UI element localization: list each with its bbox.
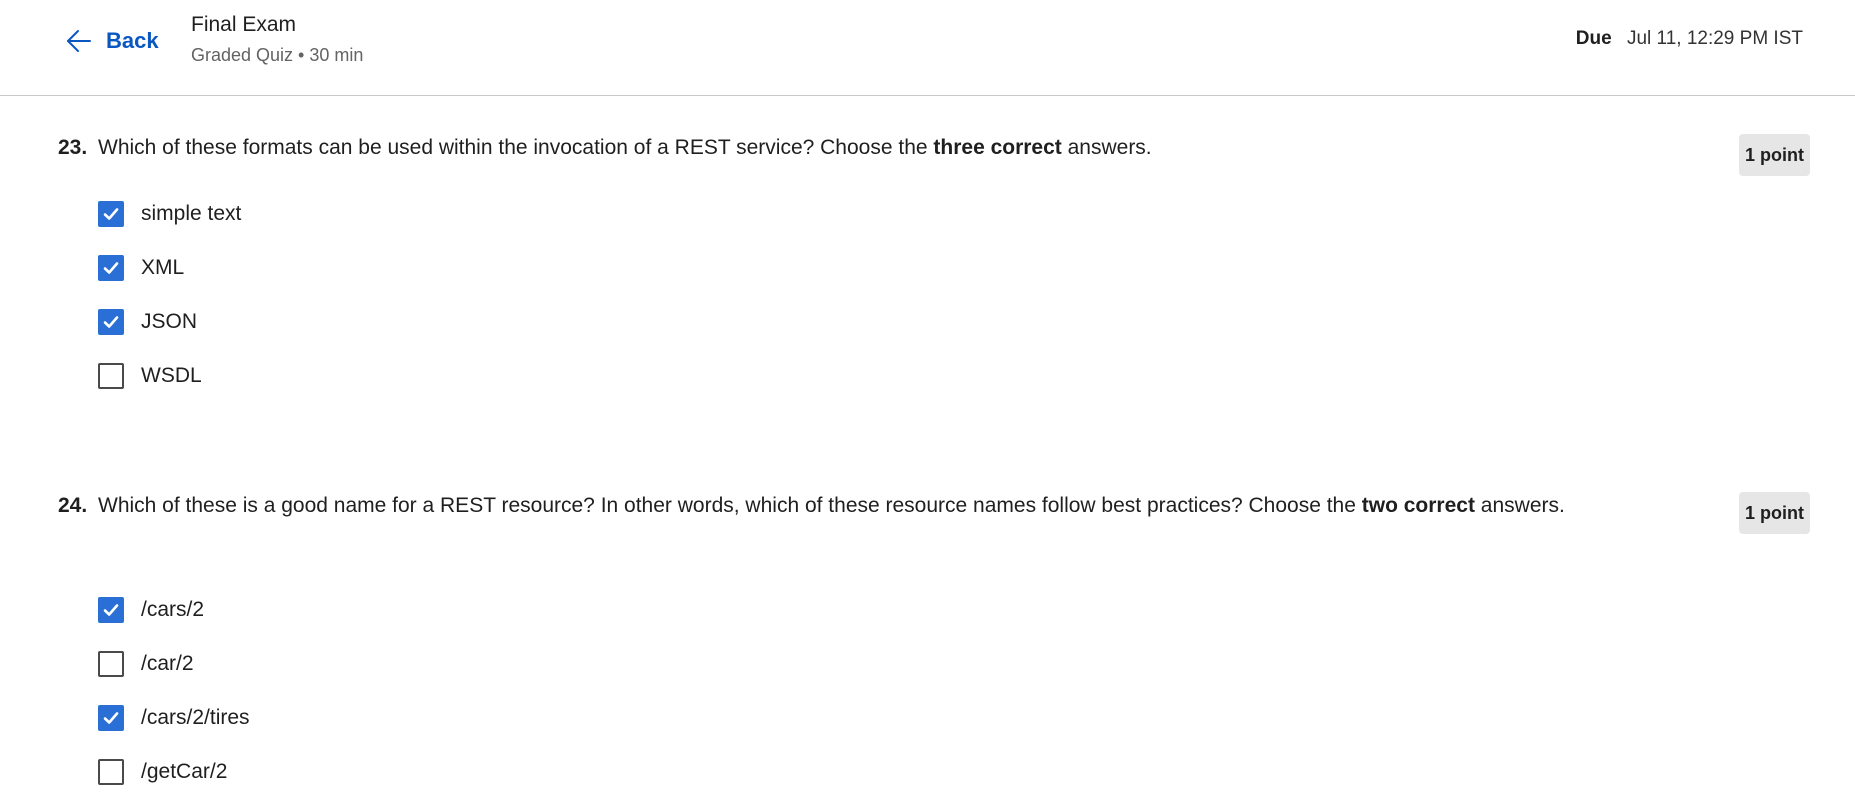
question-text: Which of these formats can be used withi… bbox=[98, 130, 1598, 166]
question-number: 24. bbox=[58, 494, 88, 517]
exam-title-block: Final Exam Graded Quiz • 30 min bbox=[191, 10, 363, 67]
checkbox[interactable] bbox=[98, 705, 124, 731]
checkbox[interactable] bbox=[98, 651, 124, 677]
checkbox[interactable] bbox=[98, 255, 124, 281]
checkmark-icon bbox=[101, 600, 121, 620]
option-json[interactable]: JSON bbox=[98, 295, 241, 349]
option-getcar-2[interactable]: /getCar/2 bbox=[98, 745, 250, 799]
option-label: WSDL bbox=[141, 364, 202, 387]
question-text-emphasis: three correct bbox=[933, 136, 1062, 159]
question-text: Which of these is a good name for a REST… bbox=[98, 488, 1598, 524]
checkmark-icon bbox=[101, 708, 121, 728]
option-cars-2-tires[interactable]: /cars/2/tires bbox=[98, 691, 250, 745]
back-label: Back bbox=[106, 28, 159, 53]
option-label: /getCar/2 bbox=[141, 760, 228, 783]
due-value: Jul 11, 12:29 PM IST bbox=[1626, 28, 1803, 49]
question-23: 23. Which of these formats can be used w… bbox=[58, 130, 1810, 430]
page-header: Back Final Exam Graded Quiz • 30 min Due… bbox=[0, 0, 1855, 96]
answer-options: simple text XML JSON WSDL bbox=[98, 187, 241, 403]
option-label: simple text bbox=[141, 202, 242, 225]
option-car-2[interactable]: /car/2 bbox=[98, 637, 250, 691]
question-text-end: answers. bbox=[1474, 494, 1565, 517]
question-24: 24. Which of these is a good name for a … bbox=[58, 488, 1810, 798]
question-text-start: Which of these is a good name for a REST… bbox=[98, 494, 1362, 517]
checkmark-icon bbox=[101, 258, 121, 278]
option-wsdl[interactable]: WSDL bbox=[98, 349, 241, 403]
due-date: Due Jul 11, 12:29 PM IST bbox=[1576, 28, 1803, 50]
checkbox[interactable] bbox=[98, 363, 124, 389]
checkmark-icon bbox=[101, 204, 121, 224]
checkbox[interactable] bbox=[98, 309, 124, 335]
checkbox[interactable] bbox=[98, 759, 124, 785]
points-badge: 1 point bbox=[1739, 134, 1810, 176]
quiz-meta: Graded Quiz • 30 min bbox=[191, 45, 364, 65]
option-label: JSON bbox=[141, 310, 198, 333]
option-xml[interactable]: XML bbox=[98, 241, 241, 295]
back-button[interactable]: Back bbox=[64, 24, 159, 58]
question-number: 23. bbox=[58, 136, 88, 159]
points-badge: 1 point bbox=[1739, 492, 1810, 534]
answer-options: /cars/2 /car/2 /cars/2/tires /getCar/2 bbox=[98, 583, 250, 799]
question-text-emphasis: two correct bbox=[1361, 494, 1475, 517]
checkmark-icon bbox=[101, 312, 121, 332]
checkbox[interactable] bbox=[98, 597, 124, 623]
option-label: /cars/2/tires bbox=[141, 706, 250, 729]
arrow-left-icon bbox=[64, 26, 94, 56]
option-label: /cars/2 bbox=[141, 598, 205, 621]
question-text-start: Which of these formats can be used withi… bbox=[98, 136, 934, 159]
option-simple-text[interactable]: simple text bbox=[98, 187, 241, 241]
option-label: XML bbox=[141, 256, 185, 279]
question-text-end: answers. bbox=[1061, 136, 1152, 159]
checkbox[interactable] bbox=[98, 201, 124, 227]
option-label: /car/2 bbox=[141, 652, 194, 675]
option-cars-2[interactable]: /cars/2 bbox=[98, 583, 250, 637]
due-label: Due bbox=[1575, 28, 1612, 49]
page-title: Final Exam bbox=[191, 13, 297, 36]
